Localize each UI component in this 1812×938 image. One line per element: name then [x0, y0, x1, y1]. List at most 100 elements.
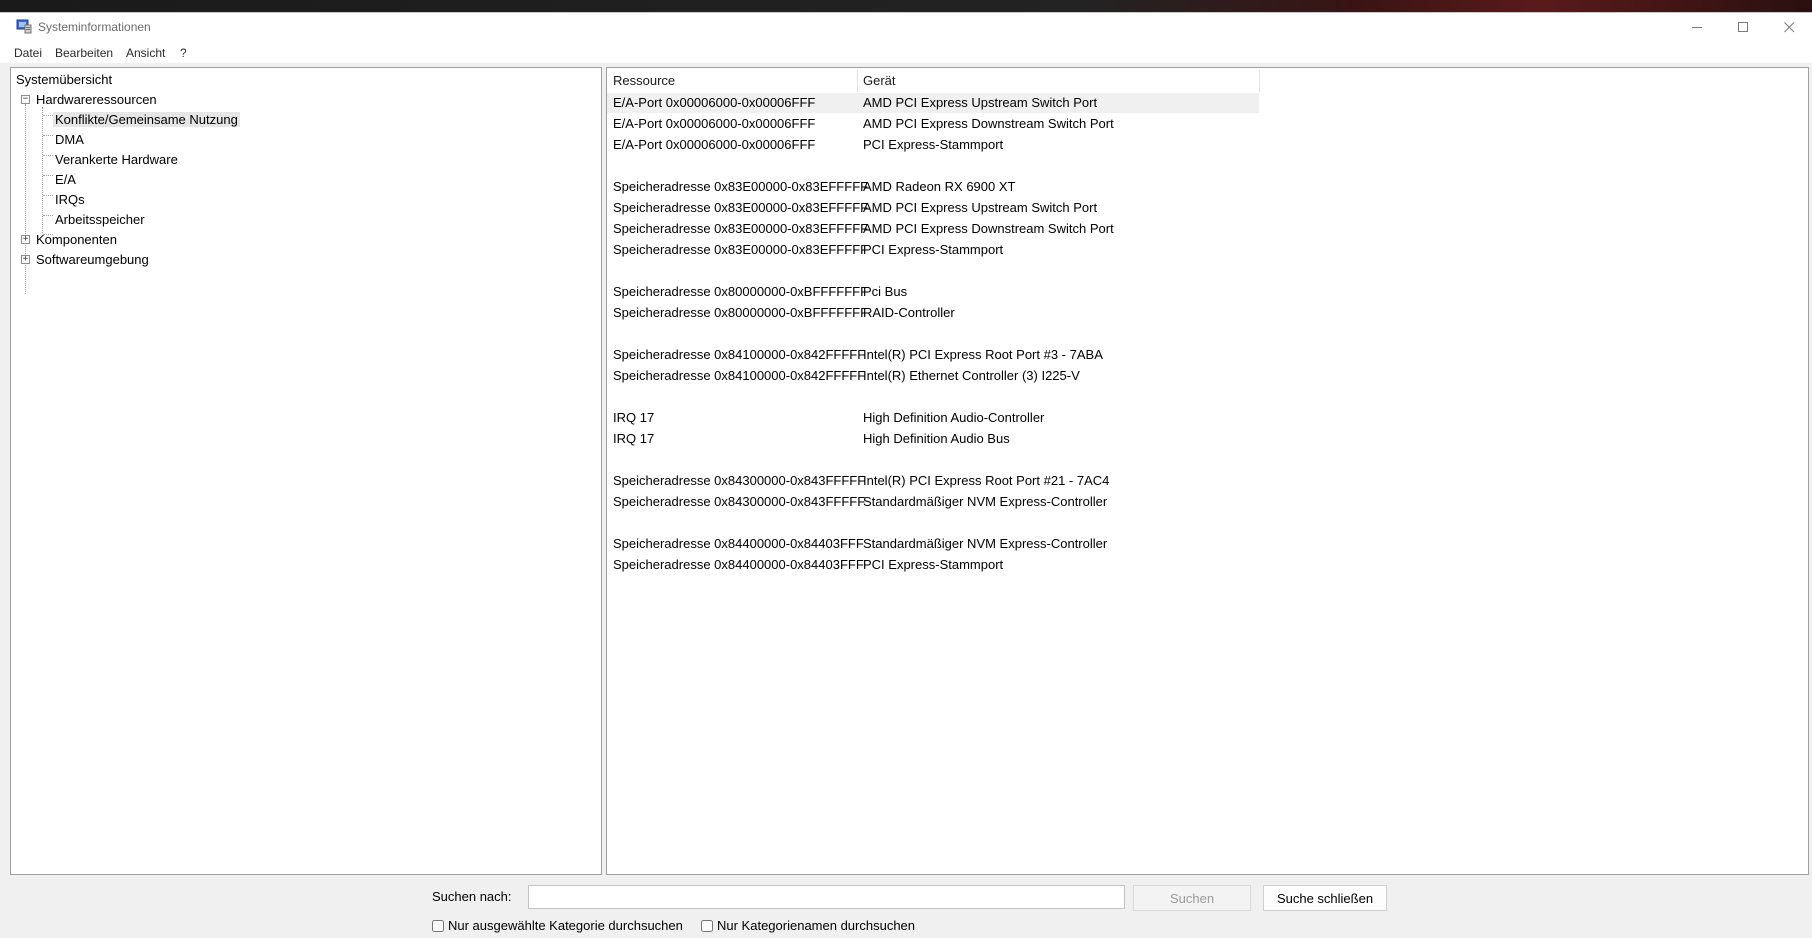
menu-bar: Datei Bearbeiten Ansicht ?	[0, 41, 1812, 63]
cell-geraet: AMD Radeon RX 6900 XT	[863, 179, 1016, 194]
category-tree[interactable]: Systemübersicht − Hardwareressourcen Kon…	[10, 67, 602, 875]
cell-ressource: Speicheradresse 0x84300000-0x843FFFFF	[613, 473, 866, 488]
close-search-button[interactable]: Suche schließen	[1263, 885, 1387, 911]
checkbox-label: Nur ausgewählte Kategorie durchsuchen	[448, 918, 683, 933]
cell-geraet: AMD PCI Express Upstream Switch Port	[863, 200, 1098, 215]
title-bar[interactable]: Systeminformationen	[0, 13, 1812, 41]
table-row[interactable]: Speicheradresse 0x84400000-0x84403FFF PCI…	[607, 555, 1259, 575]
table-row[interactable]: E/A-Port 0x00006000-0x00006FFF AMD PCI Ex…	[607, 93, 1259, 113]
window-title: Systeminformationen	[38, 20, 151, 34]
cell-geraet: PCI Express-Stammport	[863, 557, 1004, 572]
cell-geraet: PCI Express-Stammport	[863, 137, 1004, 152]
tree-item-verankerte-hardware[interactable]: Verankerte Hardware	[55, 151, 178, 169]
search-input[interactable]	[528, 885, 1125, 909]
tree-item-komponenten[interactable]: Komponenten	[36, 231, 117, 249]
tree-item-irqs[interactable]: IRQs	[55, 191, 85, 209]
menu-datei[interactable]: Datei	[14, 46, 42, 60]
close-button[interactable]	[1766, 13, 1812, 41]
table-row[interactable]: Speicheradresse 0x84300000-0x843FFFFF Sta…	[607, 492, 1259, 512]
tree-line	[43, 175, 53, 176]
checkbox-category-names[interactable]: Nur Kategorienamen durchsuchen	[701, 918, 915, 933]
tree-item-label: Konflikte/Gemeinsame Nutzung	[53, 112, 240, 127]
cell-geraet: Standardmäßiger NVM Express-Controller	[863, 494, 1108, 509]
checkbox-selected-category[interactable]: Nur ausgewählte Kategorie durchsuchen	[432, 918, 683, 933]
tree-item-label: IRQs	[55, 192, 85, 207]
minimize-button[interactable]	[1674, 13, 1720, 41]
tree-item-label: Hardwareressourcen	[36, 92, 157, 107]
tree-item-label: Arbeitsspeicher	[55, 212, 145, 227]
table-row[interactable]: Speicheradresse 0x84400000-0x84403FFF Sta…	[607, 534, 1259, 554]
cell-geraet: AMD PCI Express Downstream Switch Port	[863, 116, 1114, 131]
details-list[interactable]: Ressource Gerät E/A-Port 0x00006000-0x00…	[606, 67, 1809, 875]
tree-item-label: DMA	[55, 132, 84, 147]
table-row[interactable]: E/A-Port 0x00006000-0x00006FFF AMD PCI Ex…	[607, 114, 1259, 134]
cell-ressource: IRQ 17	[613, 410, 655, 425]
menu-help[interactable]: ?	[180, 46, 187, 60]
tree-item-systemuebersicht[interactable]: Systemübersicht	[16, 71, 112, 89]
table-row[interactable]: Speicheradresse 0x80000000-0xBFFFFFFF Pci…	[607, 282, 1259, 302]
cell-geraet: High Definition Audio Bus	[863, 431, 1010, 446]
cell-ressource: E/A-Port 0x00006000-0x00006FFF	[613, 116, 816, 131]
table-row[interactable]: Speicheradresse 0x84100000-0x842FFFFF Int…	[607, 345, 1259, 365]
table-row-spacer	[607, 513, 1259, 533]
tree-item-konflikte[interactable]: Konflikte/Gemeinsame Nutzung	[53, 111, 240, 129]
cell-geraet: AMD PCI Express Downstream Switch Port	[863, 221, 1114, 236]
cell-geraet: RAID-Controller	[863, 305, 955, 320]
table-row[interactable]: Speicheradresse 0x84300000-0x843FFFFF Int…	[607, 471, 1259, 491]
cell-geraet: Pci Bus	[863, 284, 908, 299]
cell-ressource: IRQ 17	[613, 431, 655, 446]
menu-ansicht[interactable]: Ansicht	[126, 46, 165, 60]
table-row[interactable]: Speicheradresse 0x83E00000-0x83EFFFFF AMD…	[607, 177, 1259, 197]
table-row[interactable]: Speicheradresse 0x83E00000-0x83EFFFFF AMD…	[607, 219, 1259, 239]
checkbox[interactable]	[432, 919, 444, 932]
menu-bearbeiten[interactable]: Bearbeiten	[55, 46, 113, 60]
close-icon	[1783, 21, 1794, 32]
expand-icon[interactable]: +	[21, 235, 30, 244]
tree-item-softwareumgebung[interactable]: Softwareumgebung	[36, 251, 149, 269]
tree-line	[43, 135, 53, 136]
table-row[interactable]: Speicheradresse 0x80000000-0xBFFFFFFF RAI…	[607, 303, 1259, 323]
system-information-icon	[16, 19, 32, 34]
table-row[interactable]: Speicheradresse 0x83E00000-0x83EFFFFF PCI…	[607, 240, 1259, 260]
tree-item-arbeitsspeicher[interactable]: Arbeitsspeicher	[55, 211, 145, 229]
maximize-button[interactable]	[1720, 13, 1766, 41]
tree-item-dma[interactable]: DMA	[55, 131, 84, 149]
table-row[interactable]: Speicheradresse 0x84100000-0x842FFFFF Int…	[607, 366, 1259, 386]
table-row-spacer	[607, 450, 1259, 470]
table-row[interactable]: IRQ 17 High Definition Audio Bus	[607, 429, 1259, 449]
tree-line	[43, 115, 53, 116]
column-separator[interactable]	[1259, 70, 1260, 92]
cell-ressource: Speicheradresse 0x83E00000-0x83EFFFFF	[613, 221, 869, 236]
tree-item-label: Komponenten	[36, 232, 117, 247]
table-row-spacer	[607, 387, 1259, 407]
tree-item-label: Systemübersicht	[16, 72, 113, 87]
table-row[interactable]: Speicheradresse 0x83E00000-0x83EFFFFF AMD…	[607, 198, 1259, 218]
cell-ressource: Speicheradresse 0x83E00000-0x83EFFFFF	[613, 242, 869, 257]
table-row[interactable]: E/A-Port 0x00006000-0x00006FFF PCI Expres…	[607, 135, 1259, 155]
expand-icon[interactable]: +	[21, 255, 30, 264]
cell-geraet: PCI Express-Stammport	[863, 242, 1004, 257]
column-header-ressource[interactable]: Ressource	[607, 68, 857, 93]
cell-ressource: Speicheradresse 0x84300000-0x843FFFFF	[613, 494, 866, 509]
cell-geraet: Standardmäßiger NVM Express-Controller	[863, 536, 1108, 551]
table-row[interactable]: IRQ 17 High Definition Audio-Controller	[607, 408, 1259, 428]
cell-ressource: Speicheradresse 0x84400000-0x84403FFF	[613, 536, 864, 551]
cell-ressource: Speicheradresse 0x83E00000-0x83EFFFFF	[613, 200, 869, 215]
cell-geraet: AMD PCI Express Upstream Switch Port	[863, 95, 1098, 110]
cell-ressource: E/A-Port 0x00006000-0x00006FFF	[613, 95, 816, 110]
tree-item-hardwareressourcen[interactable]: Hardwareressourcen	[36, 91, 157, 109]
search-button[interactable]: Suchen	[1133, 885, 1251, 911]
tree-line	[25, 104, 26, 294]
collapse-icon[interactable]: −	[21, 95, 30, 104]
checkbox[interactable]	[701, 919, 713, 932]
cell-geraet: Intel(R) Ethernet Controller (3) I225-V	[863, 368, 1080, 383]
table-row-spacer	[607, 324, 1259, 344]
maximize-icon	[1737, 21, 1748, 32]
search-label: Suchen nach:	[432, 889, 512, 904]
tree-item-label: Softwareumgebung	[36, 252, 149, 267]
cell-ressource: Speicheradresse 0x80000000-0xBFFFFFFF	[613, 305, 869, 320]
tree-line	[43, 195, 53, 196]
tree-item-ea[interactable]: E/A	[55, 171, 76, 189]
tree-line	[43, 155, 53, 156]
column-header-geraet[interactable]: Gerät	[857, 68, 1259, 93]
